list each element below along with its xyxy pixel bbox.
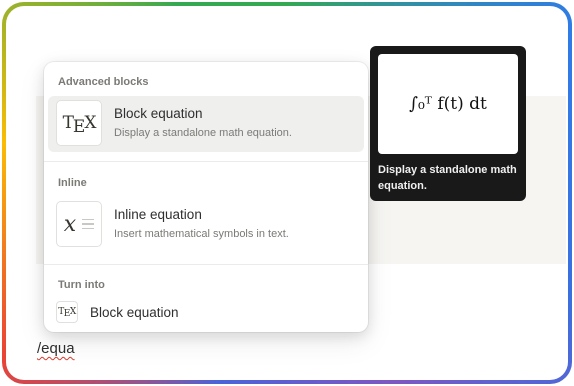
equation-preview-card: ∫₀ᵀ f(t) dt: [378, 54, 518, 154]
equation-preview-formula: ∫₀ᵀ f(t) dt: [409, 94, 487, 114]
section-title-advanced-blocks: Advanced blocks: [58, 76, 149, 88]
section-divider: [44, 264, 368, 265]
menu-item-description: Insert mathematical symbols in text.: [114, 228, 289, 240]
section-title-turn-into: Turn into: [58, 279, 105, 291]
menu-item-description: Display a standalone math equation.: [114, 127, 292, 139]
menu-item-title: Block equation: [90, 305, 179, 320]
menu-item-title: Block equation: [114, 106, 203, 121]
preview-description: Display a standalone math equation.: [378, 164, 517, 192]
section-title-inline: Inline: [58, 177, 87, 189]
menu-item-inline-equation[interactable]: x Inline equation Insert mathematical sy…: [48, 197, 364, 253]
preview-tooltip: ∫₀ᵀ f(t) dt Display a standalone math eq…: [370, 46, 526, 201]
section-divider: [44, 161, 368, 162]
slash-command-input[interactable]: /equa: [37, 340, 75, 357]
menu-item-block-equation[interactable]: TEX Block equation Display a standalone …: [48, 96, 364, 152]
menu-item-title: Inline equation: [114, 207, 202, 222]
inline-math-icon: x: [56, 201, 102, 247]
tex-icon: TEX: [56, 301, 78, 323]
tex-icon: TEX: [56, 100, 102, 146]
menu-item-turn-into-block-equation[interactable]: TEX Block equation: [48, 297, 364, 327]
slash-command-menu: Advanced blocks TEX Block equation Displ…: [44, 62, 368, 332]
